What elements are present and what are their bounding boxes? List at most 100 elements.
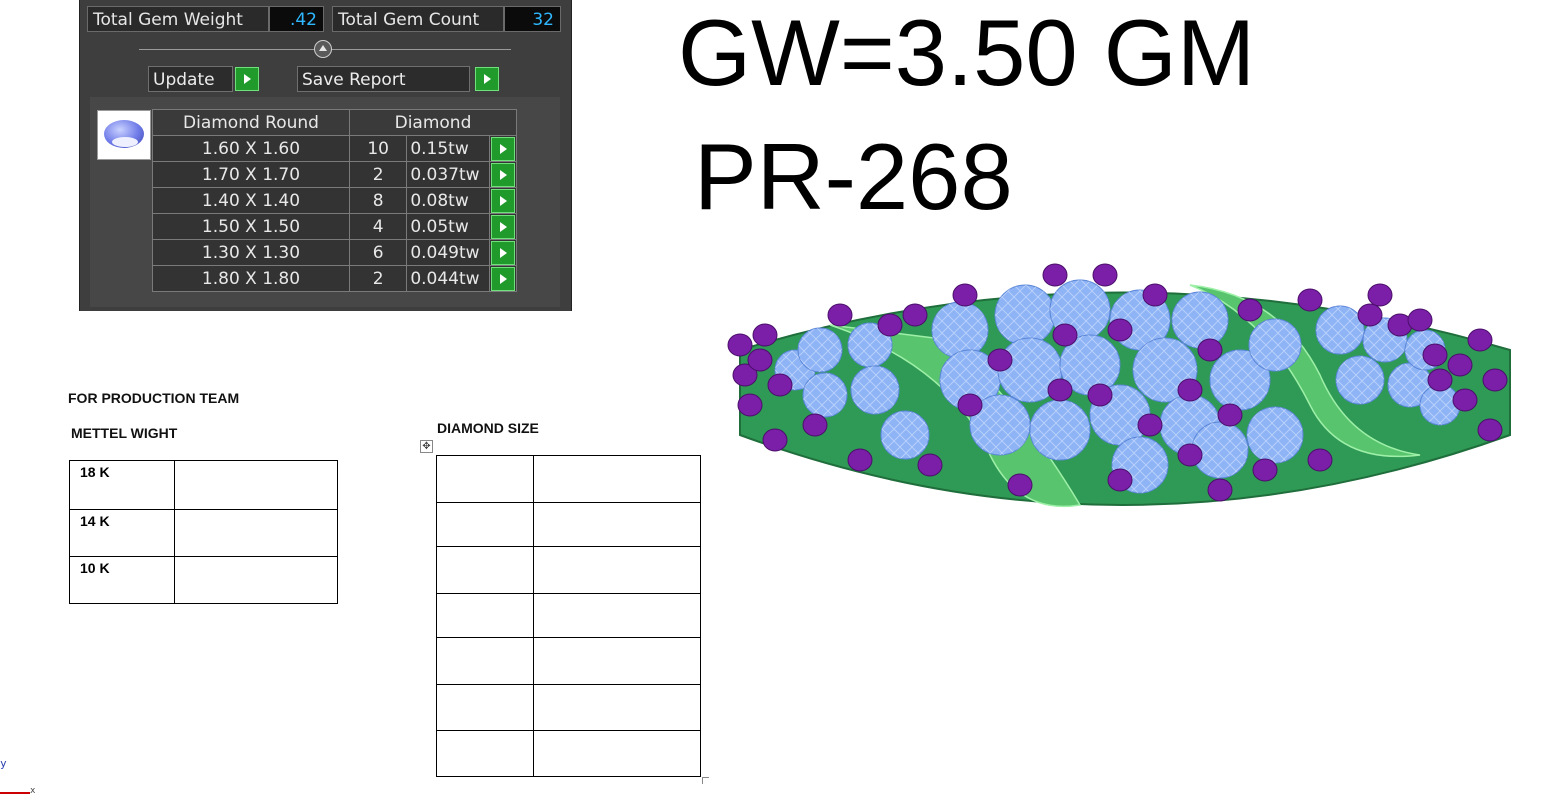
prong [1177, 378, 1203, 402]
diamond-weight-cell[interactable] [533, 455, 701, 503]
prong [727, 333, 753, 357]
prong [1042, 263, 1068, 287]
table-move-handle-icon[interactable]: ✥ [420, 440, 433, 453]
diamond-size-cell[interactable] [436, 502, 534, 547]
row-go-button[interactable] [490, 215, 515, 239]
row-go-cell [488, 135, 518, 162]
prong [752, 323, 778, 347]
row-go-cell [488, 213, 518, 240]
stone-mesh [932, 302, 988, 358]
stone-mesh [1336, 356, 1384, 404]
karat-label: 18 K [80, 464, 110, 480]
prong [1087, 383, 1113, 407]
gem-size-cell: 1.30 X 1.30 [152, 239, 350, 266]
total-gem-weight-value[interactable]: .42 [269, 6, 324, 32]
metal-weight-cell[interactable] [174, 460, 338, 510]
prong [1252, 458, 1278, 482]
karat-label: 10 K [80, 560, 110, 576]
karat-cell[interactable]: 10 K [69, 556, 175, 604]
diamond-weight-cell[interactable] [533, 684, 701, 731]
x-axis-label: x [30, 786, 36, 796]
prong [1367, 283, 1393, 307]
table-row [436, 502, 701, 547]
table-row: 18 K [69, 460, 338, 510]
row-go-button[interactable] [490, 163, 515, 187]
prong [1142, 283, 1168, 307]
metal-weight-cell[interactable] [174, 556, 338, 604]
diamond-weight-cell[interactable] [533, 593, 701, 638]
prong [1007, 473, 1033, 497]
karat-cell[interactable]: 14 K [69, 509, 175, 557]
prong [1297, 288, 1323, 312]
row-go-button[interactable] [490, 267, 515, 291]
diamond-size-cell[interactable] [436, 730, 534, 777]
gem-count-cell: 4 [348, 213, 408, 240]
gem-size-cell: 1.50 X 1.50 [152, 213, 350, 240]
metal-weight-label: METTEL WIGHT [71, 425, 178, 441]
row-go-button[interactable] [490, 241, 515, 265]
gem-report-panel: Total Gem Weight .42 Total Gem Count 32 … [79, 0, 572, 311]
stone-mesh [803, 373, 847, 417]
metal-weight-cell[interactable] [174, 509, 338, 557]
table-row [436, 593, 701, 638]
prong [1207, 478, 1233, 502]
table-row [436, 546, 701, 594]
prong [847, 448, 873, 472]
save-report-label[interactable]: Save Report [297, 66, 470, 92]
stone-mesh [1247, 407, 1303, 463]
prong [1477, 418, 1503, 442]
save-report-button[interactable] [475, 67, 499, 91]
prong [802, 413, 828, 437]
diamond-weight-cell[interactable] [533, 637, 701, 685]
diamond-size-cell[interactable] [436, 546, 534, 594]
gem-weight-cell: 0.05tw [406, 213, 490, 240]
diamond-size-cell[interactable] [436, 684, 534, 731]
gem-weight-cell: 0.15tw [406, 135, 490, 162]
diamond-size-cell[interactable] [436, 455, 534, 503]
prong [1452, 388, 1478, 412]
table-row [436, 730, 701, 777]
x-axis-line [0, 792, 30, 794]
diamond-size-cell[interactable] [436, 593, 534, 638]
prong [737, 393, 763, 417]
total-gem-count-label: Total Gem Count [332, 6, 504, 32]
stone-mesh [1316, 306, 1364, 354]
gem-size-cell: 1.70 X 1.70 [152, 161, 350, 188]
table-row [436, 637, 701, 685]
table-resize-handle-icon[interactable] [702, 777, 709, 784]
diamond-weight-cell[interactable] [533, 730, 701, 777]
gem-count-cell: 2 [348, 161, 408, 188]
prong [1092, 263, 1118, 287]
diamond-weight-cell[interactable] [533, 546, 701, 594]
slider-knob-icon[interactable] [314, 40, 332, 58]
gem-count-cell: 10 [348, 135, 408, 162]
prong [1197, 338, 1223, 362]
table-row: 1.60 X 1.60 10 0.15tw [152, 135, 518, 162]
prong [1427, 368, 1453, 392]
gem-shape-header: Diamond Round [152, 109, 350, 136]
gem-weight-cell: 0.044tw [406, 265, 490, 292]
table-row [436, 455, 701, 503]
total-gem-count-value[interactable]: 32 [504, 6, 561, 32]
gross-weight-heading: GW=3.50 GM [678, 0, 1256, 105]
update-button[interactable] [235, 67, 259, 91]
prong [1407, 308, 1433, 332]
diamond-size-cell[interactable] [436, 637, 534, 685]
update-label[interactable]: Update [148, 66, 233, 92]
prong [827, 303, 853, 327]
row-go-button[interactable] [490, 137, 515, 161]
round-diamond-icon[interactable] [97, 110, 151, 160]
prong [1237, 298, 1263, 322]
diamond-weight-cell[interactable] [533, 502, 701, 547]
gem-size-cell: 1.60 X 1.60 [152, 135, 350, 162]
gem-weight-cell: 0.049tw [406, 239, 490, 266]
prong [902, 303, 928, 327]
karat-cell[interactable]: 18 K [69, 460, 175, 510]
gem-size-cell: 1.40 X 1.40 [152, 187, 350, 214]
prong [767, 373, 793, 397]
row-go-button[interactable] [490, 189, 515, 213]
diamond-size-label: DIAMOND SIZE [437, 420, 539, 436]
table-row: 1.70 X 1.70 2 0.037tw [152, 161, 518, 188]
row-go-cell [488, 187, 518, 214]
gem-type-header: Diamond [349, 109, 517, 136]
